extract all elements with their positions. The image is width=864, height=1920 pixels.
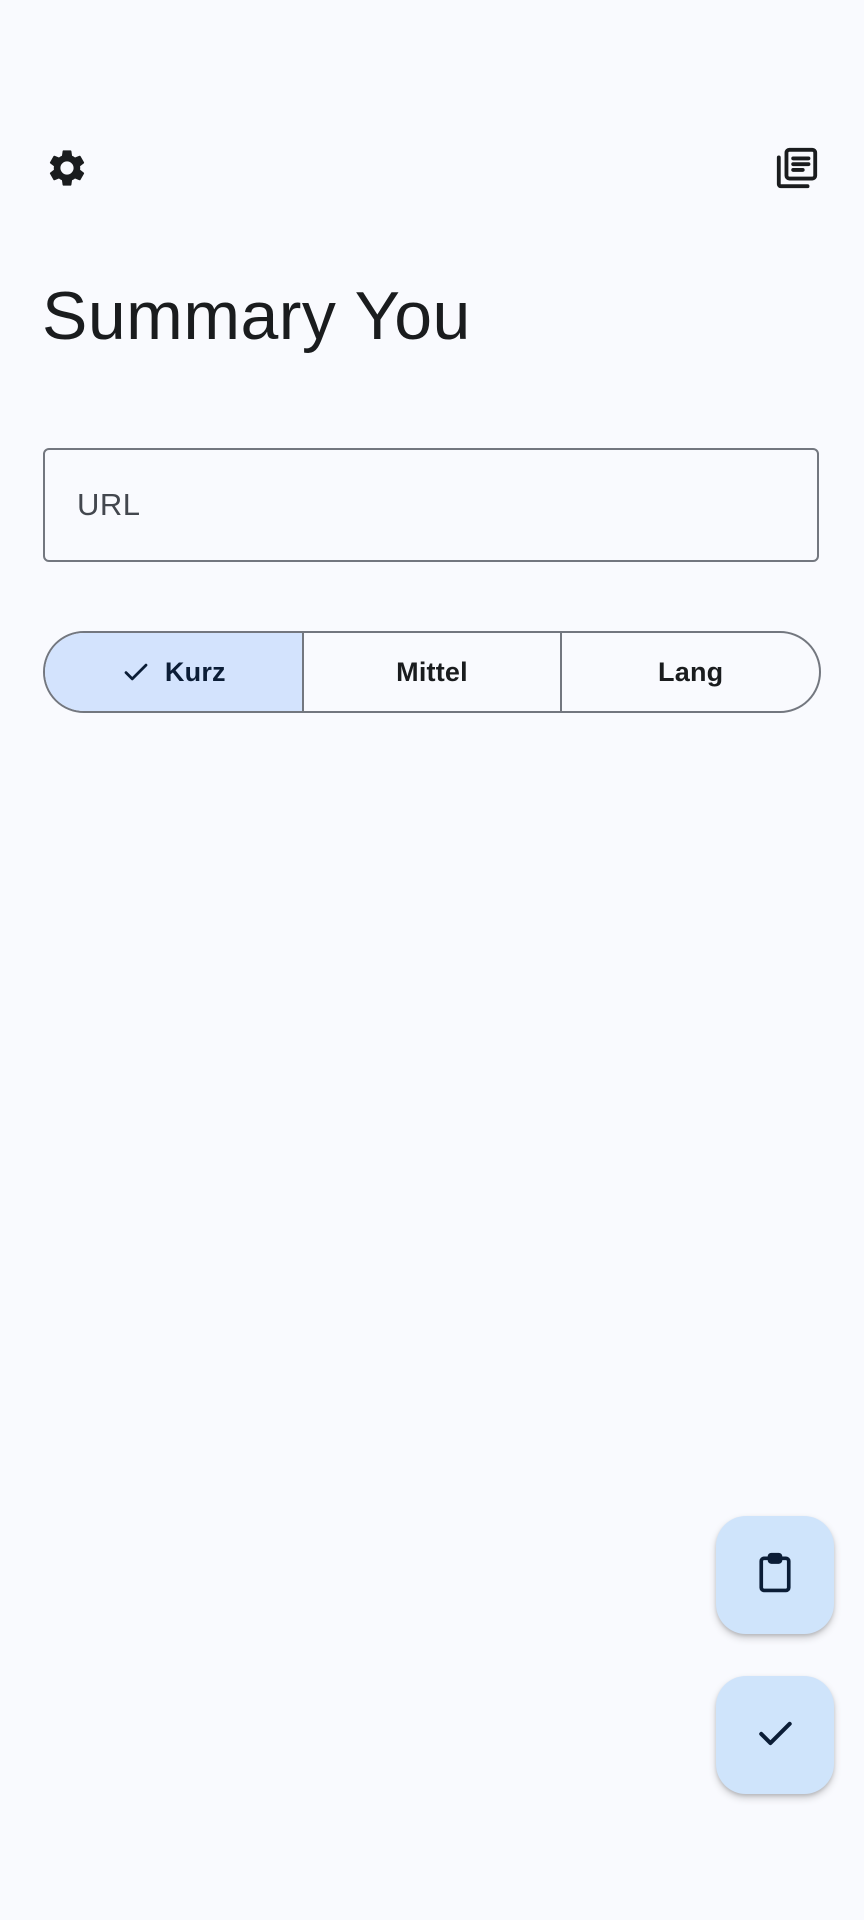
- history-button[interactable]: [761, 132, 833, 204]
- gear-icon: [45, 146, 89, 190]
- segment-kurz[interactable]: Kurz: [45, 633, 302, 711]
- segment-mittel[interactable]: Mittel: [301, 633, 561, 711]
- url-field[interactable]: [43, 448, 819, 562]
- length-selector: Kurz Mittel Lang: [43, 631, 821, 713]
- segment-label: Lang: [658, 656, 724, 687]
- segment-lang[interactable]: Lang: [560, 633, 819, 711]
- check-icon: [753, 1711, 797, 1760]
- segment-label: Mittel: [396, 656, 468, 687]
- clipboard-icon: [753, 1551, 797, 1600]
- settings-button[interactable]: [31, 132, 103, 204]
- page-title: Summary You: [42, 278, 471, 354]
- url-input[interactable]: [45, 450, 817, 560]
- submit-button[interactable]: [716, 1676, 834, 1794]
- paste-button[interactable]: [716, 1516, 834, 1634]
- segment-label: Kurz: [164, 656, 226, 687]
- article-list-icon: [774, 145, 820, 191]
- check-icon: [121, 657, 151, 687]
